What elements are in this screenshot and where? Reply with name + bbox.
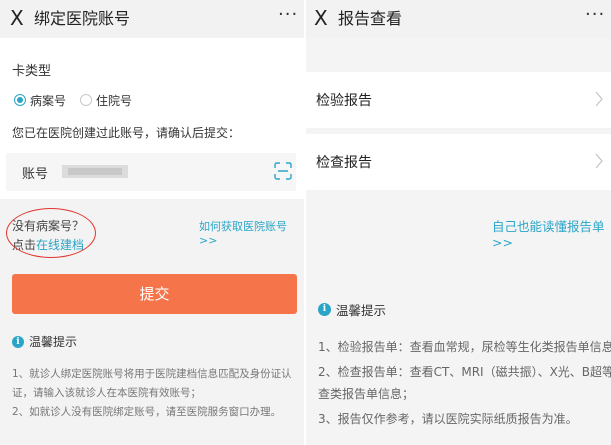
chevron-right-icon	[595, 91, 603, 107]
more-menu-icon[interactable]: ···	[585, 4, 605, 26]
scan-icon[interactable]	[274, 162, 292, 180]
report-view-screen: X 报告查看 ··· 检验报告 检查报告 自己也能读懂报告单>> i 温馨提示 …	[306, 0, 611, 445]
bind-account-screen: X 绑定医院账号 ··· 卡类型 病案号 住院号 您已在医院创建过此账号，请确认…	[0, 0, 304, 445]
tip-line: 2、如就诊人没有医院绑定账号，请至医院服务窗口办理。	[12, 406, 282, 418]
tip-line: 2、检查报告单：查看CT、MRI（磁共振）、X光、B超等检	[318, 365, 611, 379]
card-type-radio-group: 病案号 住院号	[14, 92, 146, 108]
info-icon: i	[318, 303, 331, 316]
radio-label-inpatient[interactable]: 住院号	[96, 92, 132, 109]
top-bar: X 报告查看 ···	[306, 0, 611, 38]
menu-item-exam-report[interactable]: 检查报告	[306, 134, 611, 190]
tip-line: 3、报告仅作参考，请以医院实际纸质报告为准。	[318, 412, 578, 426]
account-input-masked[interactable]	[62, 165, 128, 178]
account-label: 账号	[22, 167, 49, 182]
top-bar: X 绑定医院账号 ···	[0, 0, 304, 38]
tips-header: i 温馨提示	[318, 300, 386, 319]
read-report-yourself-link[interactable]: 自己也能读懂报告单>>	[492, 216, 611, 250]
page-title: 报告查看	[338, 9, 403, 28]
menu-item-label: 检验报告	[316, 93, 372, 109]
confirm-instruction: 您已在医院创建过此账号，请确认后提交：	[12, 126, 241, 140]
annotation-circle	[6, 208, 96, 258]
radio-label-medical-record[interactable]: 病案号	[30, 92, 66, 109]
chevron-right-icon	[595, 153, 603, 169]
account-field-row[interactable]: 账号	[6, 153, 296, 191]
tip-line: 1、检验报告单：查看血常规，尿检等生化类报告单信息；	[318, 340, 611, 354]
tips-header: i 温馨提示	[12, 333, 77, 350]
card-type-label: 卡类型	[12, 64, 52, 79]
how-to-get-account-link[interactable]: 如何获取医院账号>>	[199, 218, 304, 247]
radio-inpatient[interactable]	[80, 94, 93, 106]
tips-title: 温馨提示	[336, 303, 387, 318]
close-icon[interactable]: X	[10, 6, 24, 30]
page-title: 绑定医院账号	[34, 9, 131, 28]
close-icon[interactable]: X	[314, 6, 328, 30]
radio-medical-record[interactable]	[14, 94, 26, 106]
tip-line: 证，请输入该就诊人在本医院有效账号；	[12, 387, 201, 399]
more-menu-icon[interactable]: ···	[278, 4, 298, 26]
menu-item-label: 检查报告	[316, 155, 372, 171]
tips-title: 温馨提示	[29, 335, 78, 349]
menu-item-lab-report[interactable]: 检验报告	[306, 72, 611, 128]
submit-button[interactable]: 提交	[12, 274, 297, 314]
info-icon: i	[12, 335, 24, 348]
tip-line: 1、就诊人绑定医院账号将用于医院建档信息匹配及身份证认	[12, 368, 292, 380]
tip-line: 查类报告单信息；	[318, 387, 415, 401]
